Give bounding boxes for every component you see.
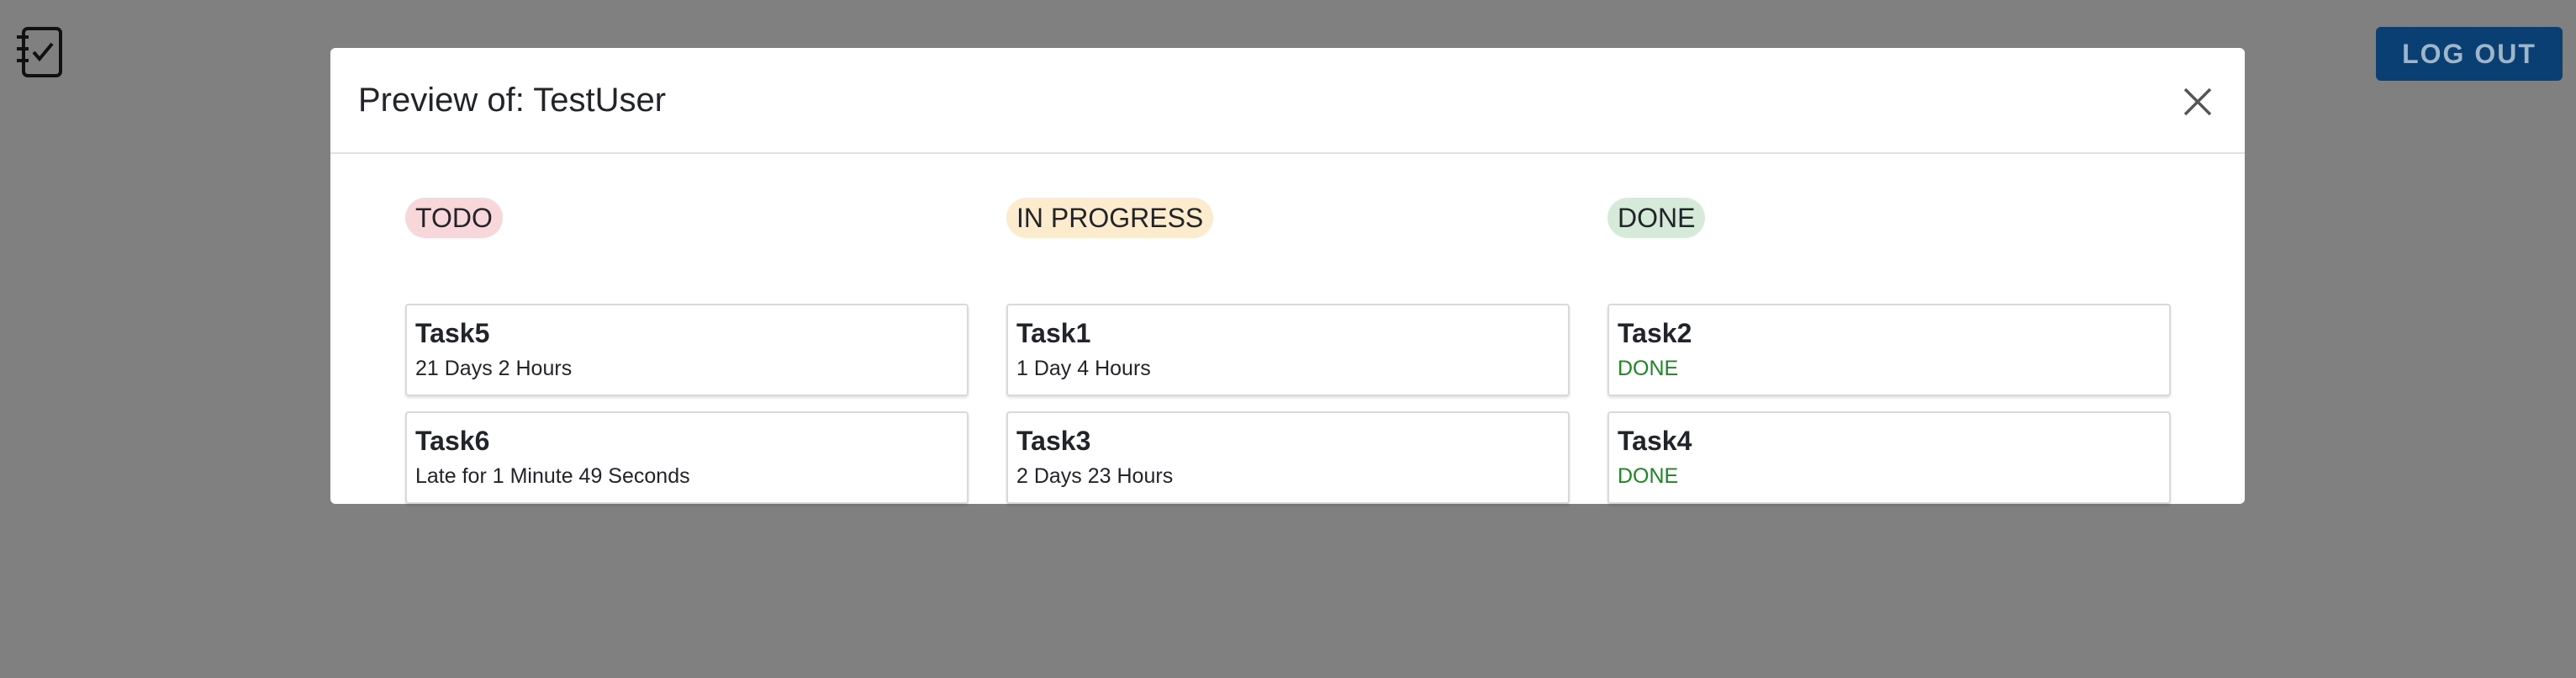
task-card[interactable]: Task6 Late for 1 Minute 49 Seconds [405, 411, 969, 504]
task-name: Task1 [1016, 318, 1091, 348]
column-label-done: DONE [1607, 198, 1706, 238]
column-label-in-progress: IN PROGRESS [1006, 198, 1214, 238]
task-name: Task6 [415, 426, 490, 456]
modal-title: Preview of: TestUser [358, 82, 667, 119]
column-todo: TODO Task5 21 Days 2 Hours Task6 Late fo… [405, 198, 969, 504]
task-name: Task2 [1618, 318, 1692, 348]
task-name: Task5 [415, 318, 490, 348]
task-card[interactable]: Task4 DONE [1607, 411, 2171, 504]
task-name: Task4 [1618, 426, 1692, 456]
task-status: 1 Day 4 Hours [1016, 357, 1151, 380]
task-status: DONE [1618, 357, 1679, 380]
task-card[interactable]: Task5 21 Days 2 Hours [405, 304, 969, 396]
column-label-todo: TODO [405, 198, 503, 238]
checklist-icon[interactable] [12, 24, 66, 82]
modal-header: Preview of: TestUser [330, 48, 2245, 154]
task-card[interactable]: Task1 1 Day 4 Hours [1006, 304, 1570, 396]
task-status: DONE [1618, 464, 1679, 488]
column-done: DONE Task2 DONE Task4 DONE [1607, 198, 2171, 504]
close-icon [2183, 87, 2212, 116]
task-card[interactable]: Task3 2 Days 23 Hours [1006, 411, 1570, 504]
task-card[interactable]: Task2 DONE [1607, 304, 2171, 396]
modal-body: TODO Task5 21 Days 2 Hours Task6 Late fo… [330, 154, 2245, 504]
task-status: Late for 1 Minute 49 Seconds [415, 464, 690, 488]
logout-button[interactable]: LOG OUT [2376, 27, 2563, 81]
task-status: 2 Days 23 Hours [1016, 464, 1174, 488]
close-button[interactable] [2177, 82, 2218, 122]
preview-modal: Preview of: TestUser TODO Task5 21 Days … [330, 48, 2245, 504]
task-name: Task3 [1016, 426, 1091, 456]
column-in-progress: IN PROGRESS Task1 1 Day 4 Hours Task3 2 … [1006, 198, 1570, 504]
task-status: 21 Days 2 Hours [415, 357, 573, 380]
